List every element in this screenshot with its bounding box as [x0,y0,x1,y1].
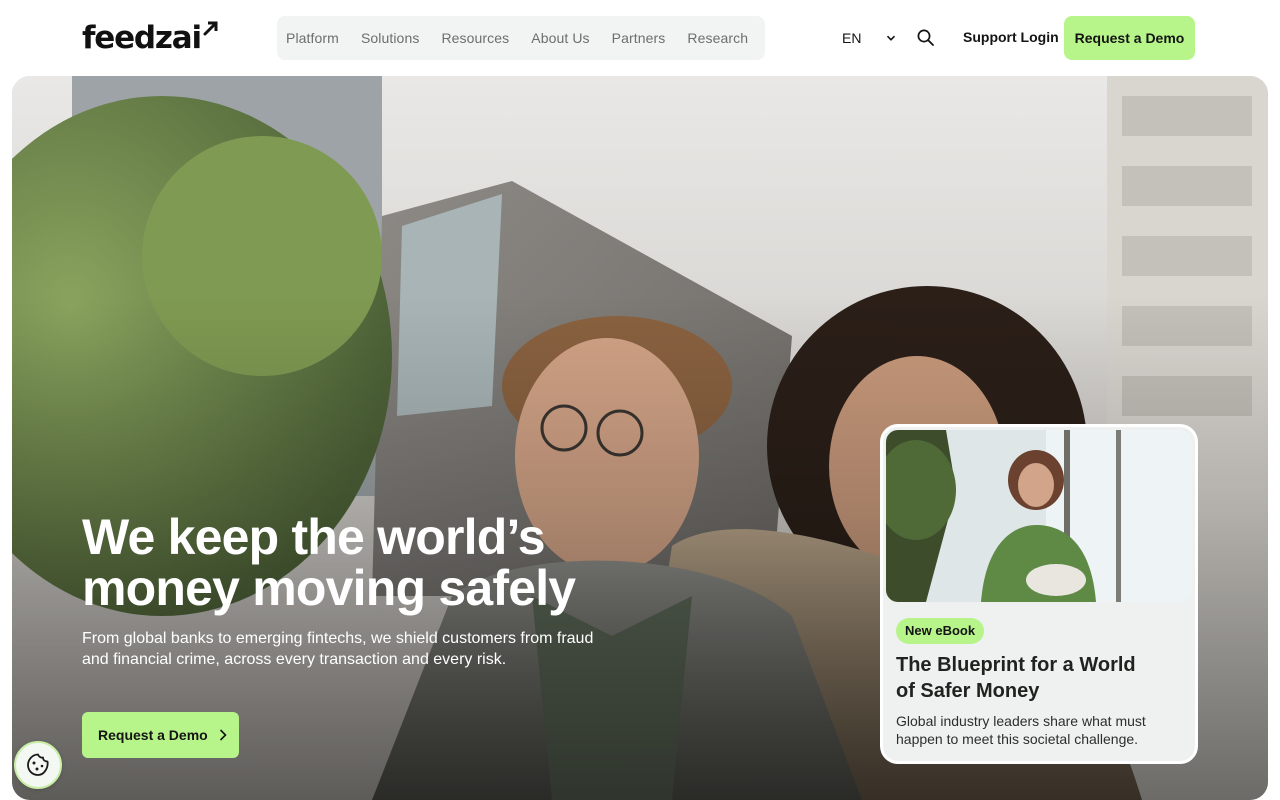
ebook-promo-card[interactable]: New eBook The Blueprint for a World of S… [880,424,1198,764]
hero-subtext: From global banks to emerging fintechs, … [82,628,642,670]
ebook-title: The Blueprint for a World of Safer Money [896,652,1166,704]
hero-headline: We keep the world’s money moving safely [82,512,642,614]
ebook-title-line: of Safer Money [896,680,1040,702]
nav-item-about-us[interactable]: About Us [531,30,589,46]
ebook-description-line: Global industry leaders share what must [896,713,1146,729]
nav-item-research[interactable]: Research [687,30,748,46]
feedzai-logo[interactable]: feedzai [82,18,219,58]
request-demo-button[interactable]: Request a Demo [1064,16,1195,60]
nav-item-solutions[interactable]: Solutions [361,30,420,46]
hero-request-demo-label: Request a Demo [98,727,208,743]
nav-item-partners[interactable]: Partners [612,30,666,46]
logo-arrow-icon [203,21,218,36]
ebook-description-line: happen to meet this societal challenge. [896,731,1139,747]
hero-subtext-line: From global banks to emerging fintechs, … [82,630,594,647]
chevron-down-icon [886,35,896,41]
hero-subtext-line: and financial crime, across every transa… [82,651,507,668]
cookie-icon [27,753,49,776]
main-nav: Platform Solutions Resources About Us Pa… [277,16,765,60]
logo-wordmark: feedzai [82,20,202,56]
ebook-title-line: The Blueprint for a World [896,654,1136,676]
ebook-cover-image [886,430,1192,602]
nav-item-platform[interactable]: Platform [286,30,339,46]
chevron-right-icon [219,729,227,741]
hero-headline-line: We keep the world’s [82,509,546,565]
hero-headline-line: money moving safely [82,560,576,616]
ebook-description: Global industry leaders share what must … [896,712,1186,748]
language-code: EN [842,30,862,46]
hero-request-demo-button[interactable]: Request a Demo [82,712,239,758]
search-icon[interactable] [915,27,937,49]
site-header: feedzai Platform Solutions Resources Abo… [0,0,1280,76]
support-login-link[interactable]: Support Login [963,29,1059,45]
cookie-settings-button[interactable] [14,741,62,789]
nav-item-resources[interactable]: Resources [441,30,509,46]
new-ebook-badge: New eBook [896,618,985,644]
language-selector[interactable]: EN [842,28,896,48]
